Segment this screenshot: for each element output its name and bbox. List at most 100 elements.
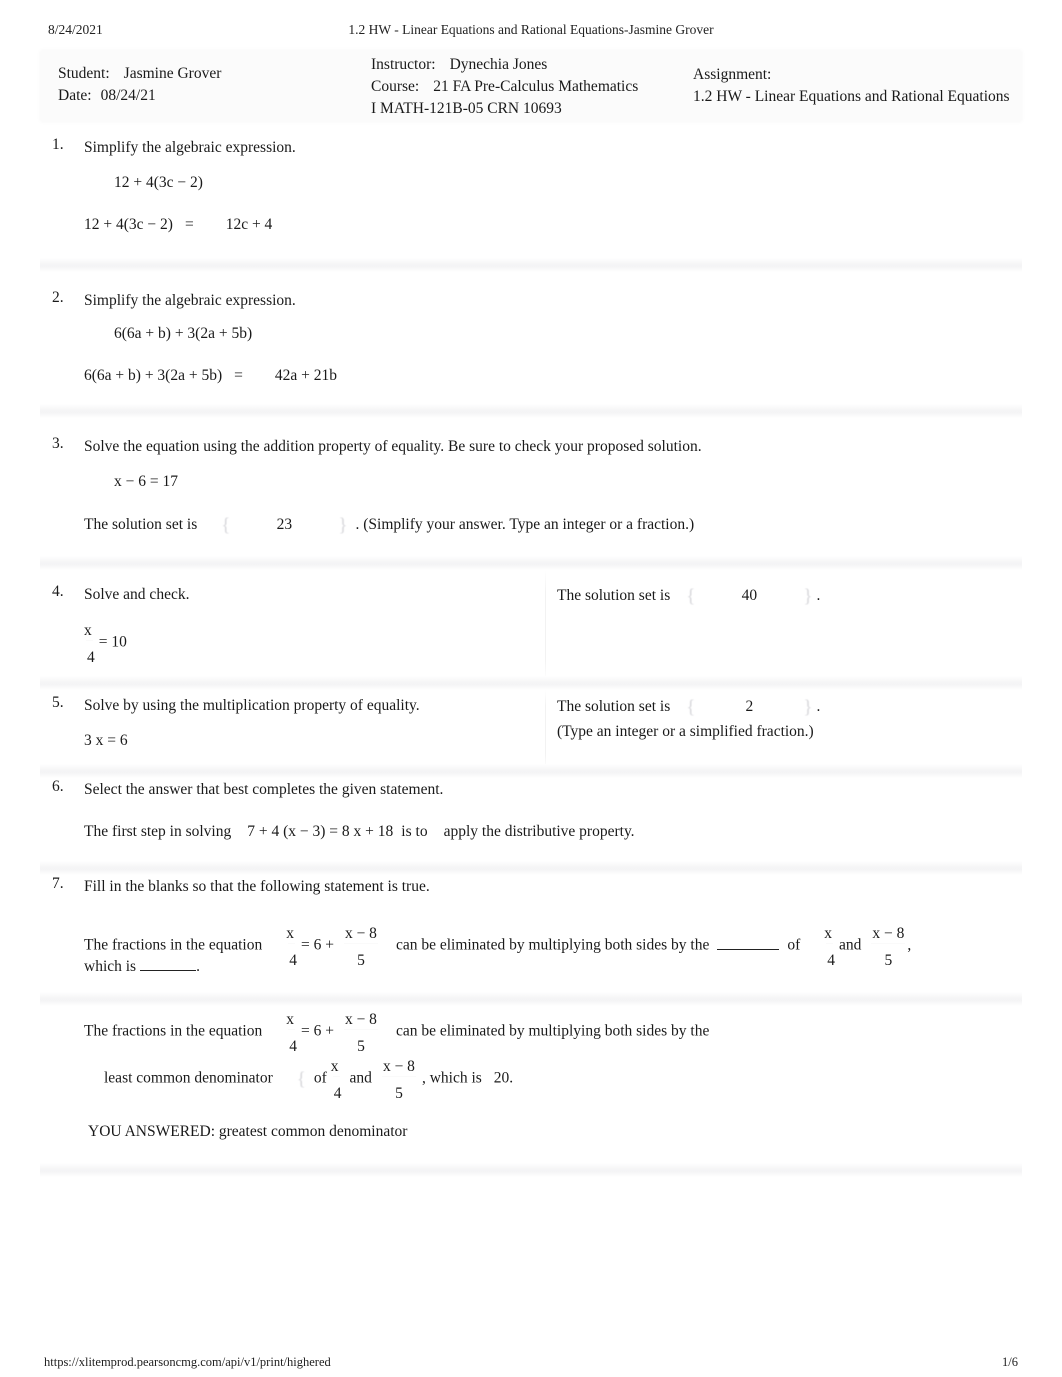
question-6-number: 6.	[52, 778, 64, 795]
fraction-numerator: x − 8	[872, 925, 905, 942]
fraction-denominator: 4	[333, 1084, 342, 1102]
q7-line1-mid: = 6 +	[300, 936, 334, 954]
fraction-x-over-4: x 4	[824, 926, 835, 968]
question-5-separator	[40, 764, 1022, 778]
question-3-answer[interactable]: 23	[230, 516, 338, 534]
fraction-x-minus-8-over-5: x − 8 5	[380, 1059, 418, 1101]
fraction-x-minus-8-over-5: x − 8 5	[869, 926, 907, 968]
q7-sol-answer[interactable]: least common denominator	[104, 1070, 273, 1087]
footer-url: https://xlitemprod.pearsoncmg.com/api/v1…	[44, 1355, 331, 1369]
course-value-line1: 21 FA Pre-Calculus Mathematics	[433, 78, 639, 95]
date-label: Date:	[58, 87, 92, 104]
fraction-x-over-4: x 4	[331, 1059, 342, 1101]
question-2-prompt: Simplify the algebraic expression.	[84, 292, 296, 309]
fraction-numerator: x − 8	[344, 925, 377, 942]
question-2-answer[interactable]: 42a + 21b	[275, 367, 337, 384]
info-column-student: Student: Jasmine Grover Date: 08/24/21	[58, 63, 378, 107]
fraction-bar	[86, 639, 93, 641]
question-1-number: 1.	[52, 136, 64, 153]
question-6-separator	[40, 861, 1022, 875]
fraction-bar	[343, 1028, 378, 1030]
course-row: Course: 21 FA Pre-Calculus Mathematics	[371, 76, 691, 98]
question-3-answer-line: The solution set is {23} . (Simplify your …	[84, 515, 694, 537]
fraction-bar	[332, 1075, 340, 1077]
question-6-stem-a: The first step in solving	[84, 823, 232, 840]
fraction-x-over-4: x 4	[286, 926, 297, 968]
question-7-you-answered: YOU ANSWERED: greatest common denominato…	[88, 1123, 408, 1140]
question-6-equation: 7 + 4 (x − 3) = 8 x + 18	[247, 823, 394, 840]
brace-open-icon: {	[686, 586, 696, 607]
question-4-rhs: = 10	[98, 633, 127, 651]
student-row: Student: Jasmine Grover	[58, 63, 378, 85]
q7-blank-1[interactable]	[717, 937, 780, 950]
fraction-bar	[826, 942, 833, 944]
date-row: Date: 08/24/21	[58, 85, 378, 107]
fraction-x-over-4: x 4	[286, 1012, 297, 1054]
question-2-given: 6(6a + b) + 3(2a + 5b)	[114, 325, 253, 342]
fraction-numerator: x	[824, 925, 832, 942]
brace-close-icon: }	[803, 697, 813, 718]
fraction-numerator: x	[286, 925, 294, 942]
date-value: 08/24/21	[100, 87, 156, 104]
fraction-denominator: 4	[87, 648, 95, 666]
q7-line2: which is	[84, 958, 137, 975]
student-value: Jasmine Grover	[123, 65, 222, 82]
question-7-solution-line1: The fractions in the equation x 4 = 6 + …	[84, 1011, 710, 1054]
question-4-number: 4.	[52, 583, 64, 600]
q7-sol-tail: , which is	[421, 1069, 482, 1087]
question-6-answer-line: The first step in solving 7 + 4 (x − 3) =…	[84, 823, 635, 841]
fraction-x-minus-8-over-5: x − 8 5	[342, 1012, 380, 1054]
assignment-row: Assignment: 1.2 HW - Linear Equations and…	[693, 64, 1013, 108]
assignment-info-box: Student: Jasmine Grover Date: 08/24/21 Ins…	[40, 50, 1022, 122]
question-5-given: 3 x = 6	[84, 732, 128, 749]
question-2-answer-line: 6(6a + b) + 3(2a + 5b) = 42a + 21b	[84, 367, 337, 385]
question-3-prompt: Solve the equation using the addition pr…	[84, 438, 702, 455]
question-7-prompt: Fill in the blanks so that the following…	[84, 878, 430, 895]
question-5-answer-suffix: .	[816, 698, 821, 715]
fraction-numerator: x	[330, 1058, 339, 1075]
q7-line1-and: and	[839, 936, 862, 954]
assignment-label: Assignment:	[693, 66, 772, 83]
q7-line1-a: The fractions in the equation	[84, 936, 263, 954]
question-1-separator	[40, 258, 1022, 272]
question-4-answer[interactable]: 40	[695, 587, 803, 605]
question-2-separator	[40, 404, 1022, 418]
question-3-separator	[40, 556, 1022, 570]
question-2-answer-lhs: 6(6a + b) + 3(2a + 5b)	[84, 367, 223, 384]
info-column-course: Instructor: Dynechia Jones Course: 21 FA P…	[371, 54, 691, 120]
q7-blank-2[interactable]	[140, 958, 197, 971]
q7-line1-c: of	[787, 936, 801, 954]
course-value-line2: I MATH-121B-05 CRN 10693	[371, 100, 562, 117]
fraction-denominator: 5	[357, 1037, 365, 1055]
brace-open-icon: {	[686, 697, 696, 718]
question-4-answer-line: The solution set is {40}.	[557, 586, 820, 608]
footer-page-number: 1/6	[1002, 1355, 1018, 1369]
q7-sol-of: of	[313, 1069, 327, 1087]
question-3-answer-prefix: The solution set is	[84, 516, 198, 533]
brace-open-icon: {	[221, 515, 231, 536]
instructor-value: Dynechia Jones	[449, 56, 548, 73]
question-1-equals: =	[184, 216, 194, 233]
q7-sol-b: can be eliminated by multiplying both si…	[395, 1022, 710, 1040]
question-4-separator	[40, 676, 1022, 690]
fraction-denominator: 5	[884, 951, 893, 969]
fraction-denominator: 4	[289, 951, 297, 969]
question-6-prompt: Select the answer that best completes th…	[84, 781, 444, 798]
print-title: 1.2 HW - Linear Equations and Rational E…	[348, 22, 714, 37]
question-7-statement-line1: The fractions in the equation x 4 = 6 + …	[84, 925, 911, 968]
q7-sol-value[interactable]: 20.	[494, 1070, 513, 1087]
question-1-given: 12 + 4(3c − 2)	[114, 174, 203, 191]
fraction-numerator: x − 8	[344, 1011, 377, 1028]
question-3-number: 3.	[52, 435, 64, 452]
question-3-given: x − 6 = 17	[114, 473, 178, 490]
brace-close-icon: }	[338, 515, 348, 536]
fraction-bar	[288, 1028, 295, 1030]
instructor-row: Instructor: Dynechia Jones	[371, 54, 691, 76]
question-4-answer-suffix: .	[816, 587, 821, 604]
question-6-answer[interactable]: apply the distributive property.	[444, 823, 635, 840]
q7-sol-and: and	[349, 1069, 372, 1087]
question-5-answer[interactable]: 2	[695, 698, 803, 716]
worksheet-page: 8/24/2021 1.2 HW - Linear Equations and …	[0, 0, 1062, 1377]
question-1-answer[interactable]: 12c + 4	[226, 216, 273, 233]
q7-line2-end: .	[196, 958, 200, 975]
